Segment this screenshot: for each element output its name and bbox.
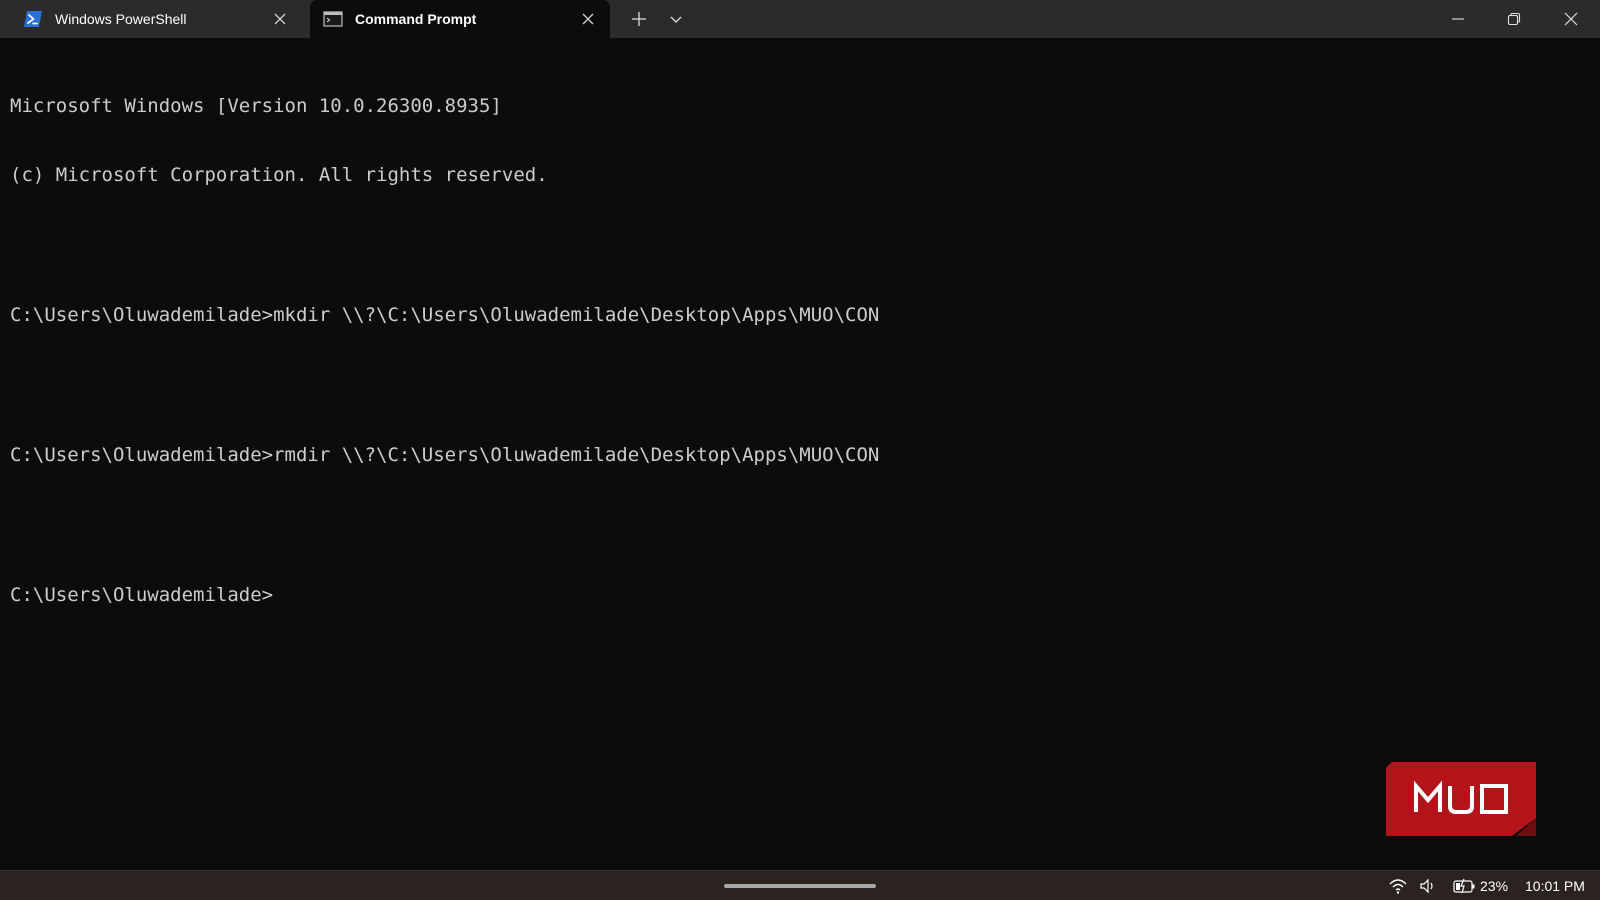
taskbar: 23% 10:01 PM: [0, 870, 1600, 900]
muo-watermark-logo: [1386, 762, 1536, 836]
console-prompt-line: C:\Users\Oluwademilade>: [10, 583, 274, 606]
new-tab-button[interactable]: [621, 0, 657, 38]
title-bar: Windows PowerShell Command Prompt: [0, 0, 1600, 38]
close-window-button[interactable]: [1542, 0, 1600, 38]
tab-label: Windows PowerShell: [55, 11, 187, 27]
tab-windows-powershell[interactable]: Windows PowerShell: [10, 0, 302, 38]
battery-percentage: 23%: [1480, 878, 1509, 894]
restore-icon: [1507, 12, 1521, 26]
home-indicator[interactable]: [724, 884, 876, 888]
battery-charging-icon[interactable]: [1452, 877, 1476, 895]
wifi-icon[interactable]: [1388, 877, 1408, 895]
terminal-window: Windows PowerShell Command Prompt Micros…: [0, 0, 1600, 870]
plus-icon: [632, 12, 646, 26]
console-line: Microsoft Windows [Version 10.0.26300.89…: [10, 94, 502, 117]
powershell-icon: [24, 11, 42, 27]
cmd-icon: [323, 11, 343, 27]
minimize-button[interactable]: [1430, 0, 1486, 38]
console-line: (c) Microsoft Corporation. All rights re…: [10, 164, 548, 187]
console-line: C:\Users\Oluwademilade>rmdir \\?\C:\User…: [10, 444, 880, 467]
close-icon: [1564, 12, 1578, 26]
tab-command-prompt[interactable]: Command Prompt: [310, 0, 610, 38]
volume-icon[interactable]: [1418, 877, 1438, 895]
tab-dropdown-button[interactable]: [658, 0, 694, 38]
clock[interactable]: 10:01 PM: [1525, 878, 1585, 894]
minimize-icon: [1452, 18, 1464, 20]
chevron-down-icon: [670, 16, 682, 23]
restore-button[interactable]: [1486, 0, 1542, 38]
tab-label: Command Prompt: [355, 11, 477, 27]
close-icon[interactable]: [580, 11, 596, 27]
console-line: C:\Users\Oluwademilade>mkdir \\?\C:\User…: [10, 304, 880, 327]
console-output[interactable]: Microsoft Windows [Version 10.0.26300.89…: [10, 48, 1590, 654]
close-icon[interactable]: [272, 11, 288, 27]
